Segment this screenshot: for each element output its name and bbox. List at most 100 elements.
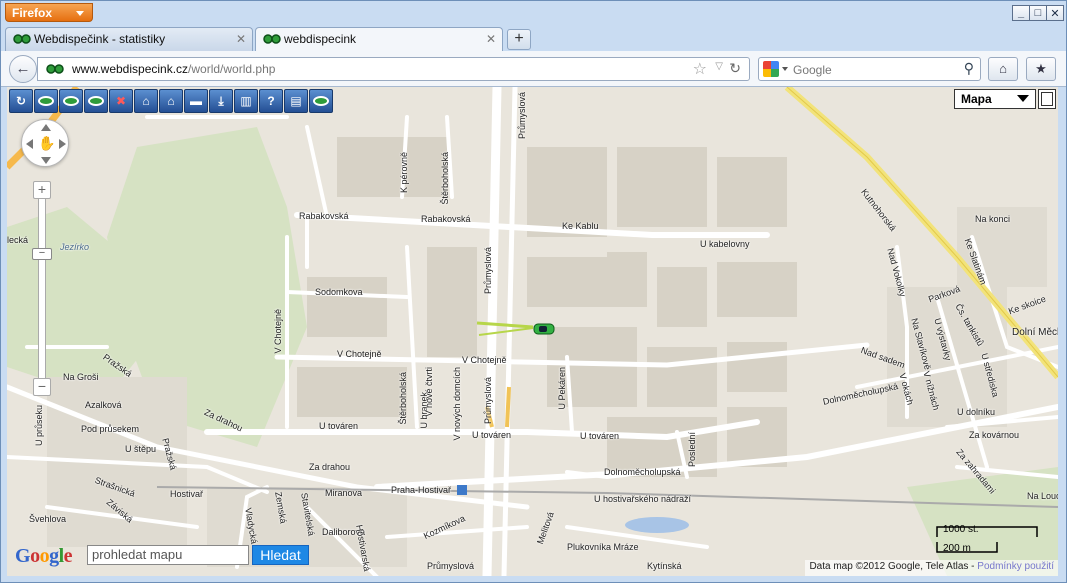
logo-letter: e: [63, 545, 73, 567]
street-label: V Chotejně: [273, 309, 283, 354]
vehicle-marker-icon[interactable]: [533, 322, 555, 336]
map-scale: 1000 st. 200 m: [936, 524, 1036, 556]
reload-icon[interactable]: ↻: [729, 60, 741, 77]
street-label: Azalková: [85, 400, 122, 410]
google-logo: Google: [15, 545, 73, 568]
street-label: U kabelovny: [700, 239, 750, 249]
zoom-out-button[interactable]: −: [33, 378, 51, 396]
back-button[interactable]: ←: [9, 55, 37, 83]
street-label: U továren: [472, 430, 512, 440]
street-label: Plukovníka Mráze: [567, 542, 639, 552]
download-button[interactable]: ⤓: [209, 89, 233, 113]
url-bar[interactable]: www.webdispecink.cz/world/world.php ☆ ▽ …: [37, 57, 750, 81]
home-icon: ⌂: [999, 61, 1007, 76]
pond-label: Jezírko: [60, 242, 90, 252]
tab-close-icon[interactable]: ✕: [236, 32, 246, 46]
home-button[interactable]: ⌂: [134, 89, 158, 113]
maximize-icon: □: [1034, 7, 1042, 19]
reload-button[interactable]: ↻: [9, 89, 33, 113]
zoom-slider-track[interactable]: [38, 197, 46, 385]
street-label: Hostivař: [170, 489, 204, 499]
maximize-button[interactable]: □: [1029, 5, 1047, 21]
tab-bar: Webdispečink - statistiky ✕ webdispecink…: [1, 25, 1066, 52]
tab-close-icon[interactable]: ✕: [486, 32, 496, 46]
street-label: V Chotejně: [462, 355, 507, 365]
street-label: Rabakovská: [299, 211, 349, 221]
url-path: /world/world.php: [188, 62, 276, 76]
no-vehicle-icon: ✖: [115, 94, 127, 108]
street-label: Kytínská: [647, 561, 682, 571]
logo-letter: o: [30, 545, 40, 567]
bookmark-icon: ★: [1035, 61, 1047, 76]
terms-link[interactable]: Podmínky použití: [977, 561, 1054, 572]
map-attribution: Data map ©2012 Google, Tele Atlas - Podm…: [805, 560, 1058, 576]
site-identity-icon[interactable]: [46, 63, 64, 75]
zoom-in-button[interactable]: +: [33, 181, 51, 199]
url-text[interactable]: www.webdispecink.cz/world/world.php: [72, 62, 275, 76]
search-icon[interactable]: ⚲: [964, 60, 974, 77]
bookmark-star-icon[interactable]: ☆: [693, 59, 707, 79]
eye-icon: [38, 96, 54, 106]
fullscreen-button[interactable]: [1038, 89, 1056, 109]
area-name: Dolní Měcholupy: [1012, 327, 1058, 338]
street-label: Ke Kablu: [562, 221, 599, 231]
bookmarks-button[interactable]: ★: [1026, 57, 1056, 81]
street-label: U štěpu: [125, 444, 157, 454]
street-label: Rabakovská: [421, 214, 471, 224]
tab-title: webdispecink: [284, 32, 357, 46]
show-vehicles-button[interactable]: [34, 89, 58, 113]
print-button[interactable]: ▤: [284, 89, 308, 113]
street-label: Na konci: [975, 214, 1011, 224]
chart-button[interactable]: ▥: [234, 89, 258, 113]
close-window-button[interactable]: ✕: [1046, 5, 1064, 21]
close-icon: ✕: [1050, 7, 1060, 20]
view-settings-button[interactable]: [309, 89, 333, 113]
street-label: Na Louce: [1027, 491, 1058, 501]
new-tab-button[interactable]: +: [507, 29, 531, 50]
map-search-input[interactable]: prohledat mapu: [87, 545, 249, 565]
minus-icon: −: [37, 378, 47, 394]
plus-icon: +: [514, 30, 524, 47]
reload-icon: ↻: [15, 94, 27, 108]
street-label: Švehlova: [29, 514, 67, 524]
street-label: U hostivařského nádraží: [594, 494, 692, 504]
pan-control[interactable]: ✋: [21, 119, 69, 167]
google-search-engine-icon[interactable]: [763, 61, 779, 77]
street-label: Za drahou: [309, 462, 351, 472]
eye-add-icon: [63, 96, 79, 106]
tab-statistiky[interactable]: Webdispečink - statistiky ✕: [5, 27, 253, 51]
home-button[interactable]: ⌂: [988, 57, 1018, 81]
help-icon: ?: [267, 94, 275, 108]
chevron-down-icon: [1017, 95, 1029, 102]
help-button[interactable]: ?: [259, 89, 283, 113]
back-arrow-icon: ←: [15, 60, 31, 77]
add-vehicle-view-button[interactable]: [84, 89, 108, 113]
tab-webdispecink[interactable]: webdispecink ✕: [255, 27, 503, 52]
map-type-value: Mapa: [961, 92, 992, 106]
vehicle-button[interactable]: ▬: [184, 89, 208, 113]
home-add-icon: ⌂: [167, 94, 175, 108]
add-home-button[interactable]: ⌂: [159, 89, 183, 113]
url-domain: www.webdispecink.cz: [72, 62, 189, 76]
plus-icon: +: [37, 181, 47, 197]
area-label: Dolní Měcholupy: [1012, 327, 1058, 338]
street-label: Pod průsekem: [81, 424, 140, 434]
chevron-down-icon: [76, 11, 84, 16]
logo-letter: o: [39, 545, 50, 567]
browser-window: Firefox _ □ ✕ Webdispečink - statistiky …: [0, 0, 1067, 583]
firefox-menu-button[interactable]: Firefox: [5, 3, 93, 22]
street-label: Miranova: [325, 488, 363, 498]
map-viewport[interactable]: Průmyslová K pérovně Štěrboholská Rabako…: [7, 87, 1058, 576]
street-label: Průmyslová: [483, 247, 493, 295]
hide-vehicle-button[interactable]: ✖: [109, 89, 133, 113]
zoom-slider-thumb[interactable]: −: [32, 248, 52, 260]
map-type-select[interactable]: Mapa: [954, 89, 1036, 109]
minimize-button[interactable]: _: [1012, 5, 1030, 21]
home-icon: ⌂: [142, 94, 150, 108]
add-view-button[interactable]: [59, 89, 83, 113]
history-dropdown-icon[interactable]: ▽: [715, 61, 723, 72]
map-search-button[interactable]: Hledat: [252, 545, 309, 565]
street-label: Štěrboholská: [440, 152, 450, 205]
search-bar[interactable]: Google ⚲: [758, 57, 981, 81]
street-label: V nové čtvrti: [424, 367, 434, 417]
